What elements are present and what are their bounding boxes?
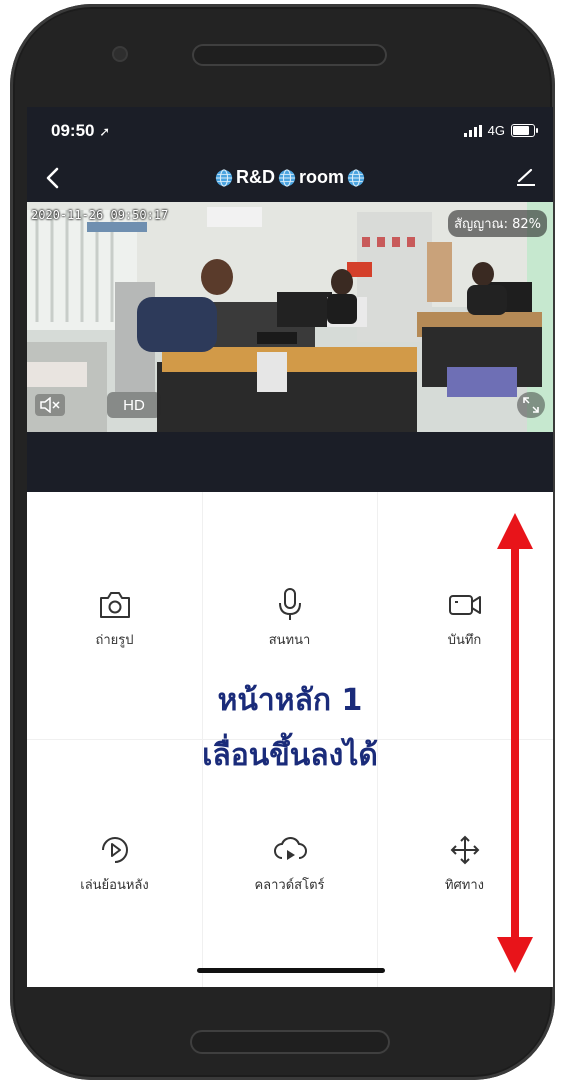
cellular-signal-icon bbox=[463, 124, 482, 137]
snapshot-label: ถ่ายรูป bbox=[95, 633, 134, 648]
snapshot-control[interactable]: ถ่ายรูป bbox=[27, 587, 202, 650]
annotation-subtitle: เลื่อนขึ้นลงได้ bbox=[202, 738, 378, 773]
talk-control[interactable]: สนทนา bbox=[202, 587, 377, 650]
camera-icon bbox=[99, 592, 130, 618]
playback-icon bbox=[101, 837, 128, 863]
cloud-control[interactable]: คลาวด์สโตร์ bbox=[202, 832, 377, 895]
video-bottom-band bbox=[27, 432, 553, 492]
earpiece-speaker bbox=[192, 44, 387, 66]
front-camera bbox=[112, 46, 128, 62]
video-timestamp: 2020-11-26 09:50:17 bbox=[31, 208, 169, 222]
cloud-icon bbox=[273, 837, 307, 860]
app-screen: 09:50 ➚ 4G R&D room 2020-11-26 09:50:17 … bbox=[27, 107, 553, 987]
battery-icon bbox=[511, 124, 538, 137]
direction-icon bbox=[450, 835, 479, 865]
camera-live-view[interactable]: 2020-11-26 09:50:17 สัญญาณ: 82% HD bbox=[27, 202, 553, 432]
signal-strength-badge: สัญญาณ: 82% bbox=[448, 210, 547, 237]
globe-icon bbox=[278, 168, 296, 187]
home-button[interactable] bbox=[190, 1030, 390, 1054]
status-time: 09:50 ➚ bbox=[51, 121, 111, 140]
fullscreen-icon bbox=[523, 397, 539, 413]
control-panel: ถ่ายรูป สนทนา บันทึก เล่นย้อนหลัง คลาวด์… bbox=[27, 492, 553, 987]
globe-icon bbox=[347, 168, 365, 187]
playback-control[interactable]: เล่นย้อนหลัง bbox=[27, 832, 202, 895]
network-type: 4G bbox=[487, 123, 505, 138]
fullscreen-button[interactable] bbox=[517, 392, 545, 418]
quality-button[interactable]: HD bbox=[107, 392, 161, 418]
title-text-1: R&D bbox=[236, 167, 275, 187]
status-indicators: 4G bbox=[463, 123, 538, 138]
top-bar: 09:50 ➚ 4G R&D room bbox=[27, 107, 553, 202]
talk-label: สนทนา bbox=[268, 633, 311, 648]
edit-button[interactable] bbox=[515, 167, 537, 187]
location-icon: ➚ bbox=[99, 124, 111, 139]
microphone-icon bbox=[278, 588, 301, 620]
title-text-2: room bbox=[299, 167, 344, 187]
globe-icon bbox=[215, 168, 233, 187]
page-title: R&D room bbox=[27, 167, 553, 188]
playback-label: เล่นย้อนหลัง bbox=[80, 878, 149, 893]
annotation-title: หน้าหลัก 1 bbox=[217, 683, 363, 718]
home-indicator bbox=[197, 968, 385, 973]
scroll-arrow-annotation bbox=[497, 513, 533, 973]
cloud-label: คลาวด์สโตร์ bbox=[254, 878, 325, 893]
mute-button[interactable] bbox=[35, 394, 65, 416]
speaker-mute-icon bbox=[40, 397, 60, 413]
video-record-icon bbox=[448, 595, 481, 615]
